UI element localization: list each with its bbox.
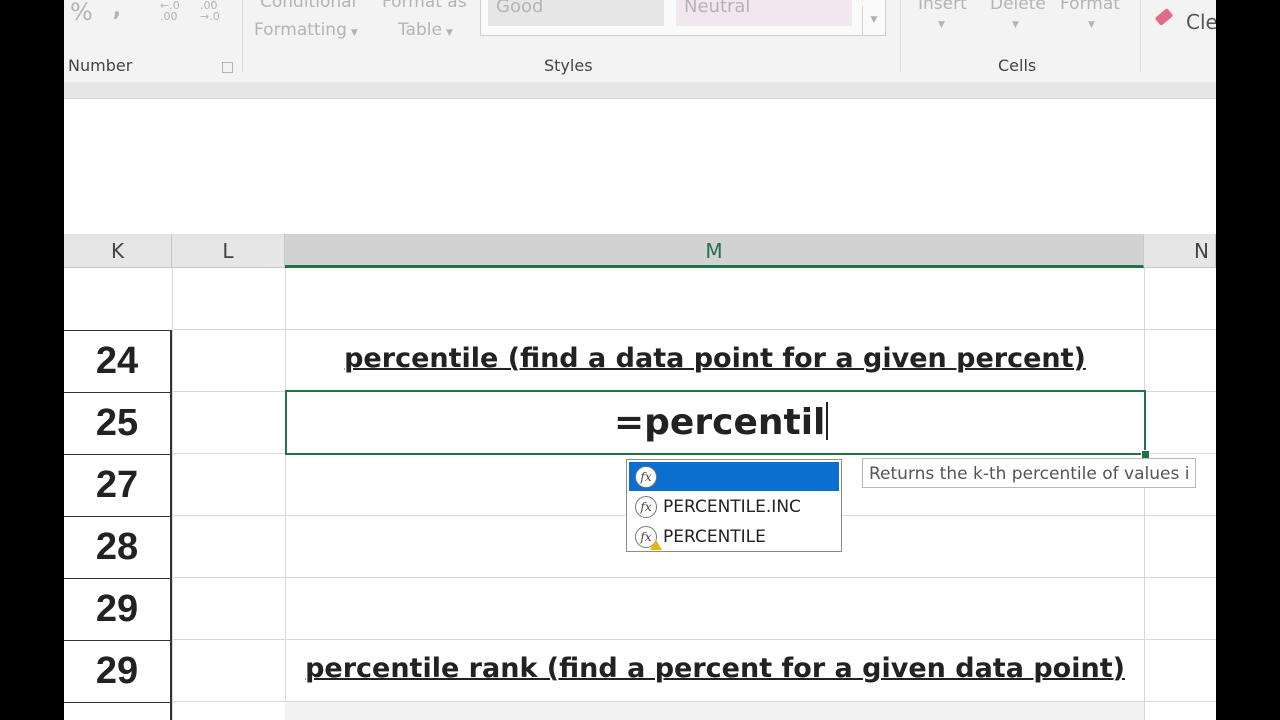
- dropdown-caret-icon: ▼: [350, 28, 358, 38]
- format-as-table-label-1: Format as: [382, 0, 467, 12]
- conditional-formatting-label-2: Formatting ▼: [254, 20, 358, 40]
- header-gap: [64, 215, 1216, 234]
- autocomplete-item-label: PERCENTILE: [663, 526, 766, 547]
- style-neutral[interactable]: Neutral: [676, 0, 852, 26]
- row-header-25[interactable]: 25: [64, 393, 172, 455]
- number-group-label: Number: [68, 56, 133, 75]
- formula-bar-area: [64, 99, 1216, 216]
- column-header-n[interactable]: N: [1144, 234, 1216, 268]
- gridline: [172, 577, 1216, 578]
- increase-decimal-button[interactable]: ←.0 .00: [160, 0, 190, 22]
- column-header-m[interactable]: M: [285, 234, 1144, 268]
- insert-dropdown-icon[interactable]: ▼: [938, 20, 945, 30]
- eraser-icon: [1154, 8, 1174, 26]
- gridline: [1144, 268, 1145, 720]
- styles-group-label: Styles: [544, 56, 593, 75]
- function-icon: fx: [635, 495, 657, 518]
- style-good[interactable]: Good: [488, 0, 664, 26]
- percentile-rank-heading-cell[interactable]: percentile rank (find a percent for a gi…: [286, 653, 1144, 684]
- gridline: [172, 329, 1216, 330]
- text-cursor: [826, 402, 829, 440]
- row-header-29b[interactable]: 29: [64, 641, 172, 703]
- number-dialog-launcher-icon[interactable]: [222, 62, 233, 73]
- autocomplete-item[interactable]: fx PERCENTILE: [629, 522, 839, 551]
- group-divider: [1140, 0, 1141, 72]
- cells-group-label: Cells: [998, 56, 1037, 75]
- delete-button[interactable]: Delete: [990, 0, 1046, 14]
- decrease-decimal-button[interactable]: .00 →.0: [200, 0, 230, 22]
- percentile-heading-cell[interactable]: percentile (find a data point for a give…: [286, 343, 1144, 374]
- row-header-27[interactable]: 27: [64, 455, 172, 517]
- ribbon: % ‚ ←.0 .00 .00 →.0 Number Conditional F…: [64, 0, 1216, 82]
- ribbon-bottom-strip: [64, 82, 1216, 99]
- row-header-24[interactable]: 24: [64, 331, 172, 393]
- autocomplete-item[interactable]: fx: [629, 462, 839, 491]
- autocomplete-item[interactable]: fx PERCENTILE.INC: [629, 492, 839, 521]
- autocomplete-item-label: PERCENTILE.INC: [663, 496, 801, 517]
- clear-button[interactable]: Cle: [1186, 10, 1216, 34]
- percent-style-button[interactable]: %: [70, 0, 93, 26]
- styles-scroll-down-icon[interactable]: ▼: [862, 6, 885, 36]
- formula-autocomplete-list: fx fx PERCENTILE.INC fx PERCENTILE: [626, 459, 842, 552]
- gridline: [172, 639, 1216, 640]
- row-header-next[interactable]: [64, 703, 172, 720]
- conditional-formatting-label-1: Conditional: [260, 0, 357, 12]
- insert-button[interactable]: Insert: [918, 0, 967, 14]
- cell-edit-text[interactable]: =percentil: [614, 402, 829, 443]
- row-header-29[interactable]: 29: [64, 579, 172, 641]
- function-warning-icon: fx: [635, 525, 662, 550]
- format-as-table-label-2: Table ▼: [398, 20, 453, 40]
- gridline: [172, 268, 173, 720]
- row-header-blank: [64, 268, 172, 330]
- format-button[interactable]: Format: [1060, 0, 1120, 14]
- dropdown-caret-icon: ▼: [445, 28, 453, 38]
- excel-window: % ‚ ←.0 .00 .00 →.0 Number Conditional F…: [64, 0, 1216, 720]
- comma-style-button[interactable]: ‚: [112, 0, 121, 22]
- column-header-l[interactable]: L: [172, 234, 285, 268]
- format-dropdown-icon[interactable]: ▼: [1088, 20, 1095, 30]
- next-row-cell: [285, 702, 1144, 720]
- group-divider: [900, 0, 901, 72]
- warning-icon: [650, 539, 662, 550]
- column-header-k[interactable]: K: [64, 234, 172, 268]
- function-tooltip: Returns the k-th percentile of values i: [862, 458, 1197, 488]
- function-icon: fx: [635, 465, 657, 488]
- group-divider: [242, 0, 243, 72]
- row-header-28[interactable]: 28: [64, 517, 172, 579]
- delete-dropdown-icon[interactable]: ▼: [1012, 20, 1019, 30]
